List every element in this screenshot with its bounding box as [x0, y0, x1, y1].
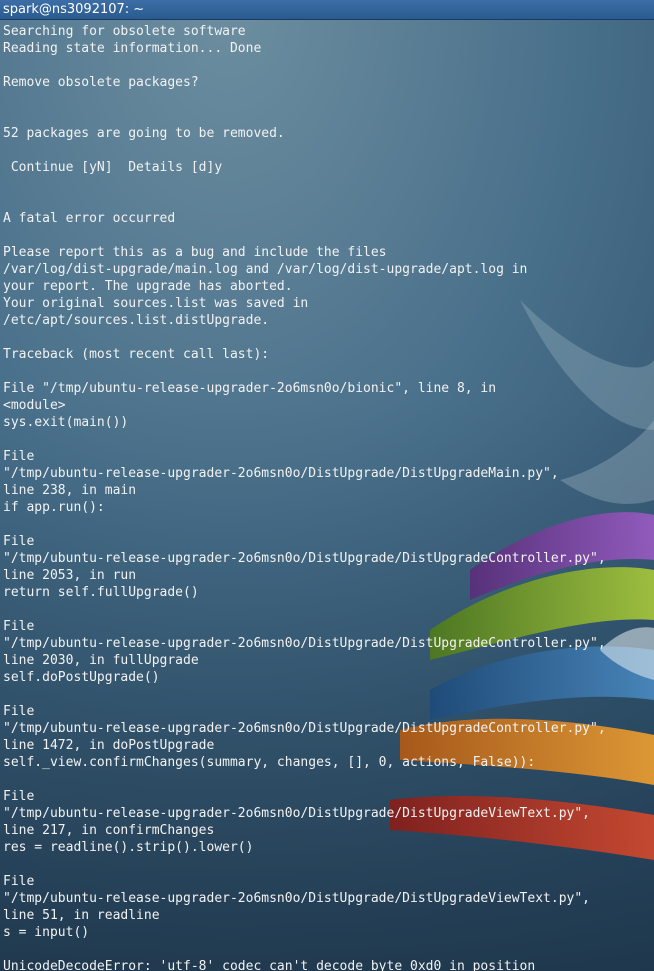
- terminal-line: /etc/apt/sources.list.distUpgrade.: [3, 313, 270, 328]
- terminal-line: self._view.confirmChanges(summary, chang…: [3, 755, 536, 770]
- terminal-line: Remove obsolete packages?: [3, 75, 199, 90]
- terminal-line: Traceback (most recent call last):: [3, 347, 270, 362]
- terminal-line: File: [3, 619, 35, 634]
- terminal-line: A fatal error occurred: [3, 211, 176, 226]
- terminal-line: Your original sources.list was saved in: [3, 296, 309, 311]
- terminal-line: "/tmp/ubuntu-release-upgrader-2o6msn0o/D…: [3, 466, 559, 481]
- terminal-line: sys.exit(main()): [3, 415, 129, 430]
- terminal-line: line 1472, in doPostUpgrade: [3, 738, 215, 753]
- terminal-line: "/tmp/ubuntu-release-upgrader-2o6msn0o/D…: [3, 806, 590, 821]
- terminal-line: File: [3, 874, 35, 889]
- terminal-title-bar[interactable]: spark@ns3092107: ~: [0, 0, 654, 20]
- terminal-line: self.doPostUpgrade(): [3, 670, 160, 685]
- terminal-line: File: [3, 449, 35, 464]
- terminal-line: line 2053, in run: [3, 568, 137, 583]
- terminal-line: "/tmp/ubuntu-release-upgrader-2o6msn0o/D…: [3, 721, 606, 736]
- terminal-line: File "/tmp/ubuntu-release-upgrader-2o6ms…: [3, 381, 497, 396]
- terminal-line: line 2030, in fullUpgrade: [3, 653, 199, 668]
- terminal-line: 52 packages are going to be removed.: [3, 126, 285, 141]
- terminal-line: Reading state information... Done: [3, 41, 262, 56]
- terminal-line: s = input(): [3, 925, 90, 940]
- terminal-output: Searching for obsolete software Reading s…: [0, 20, 654, 971]
- terminal-line: File: [3, 789, 35, 804]
- terminal-line: Searching for obsolete software: [3, 24, 246, 39]
- terminal-line: File: [3, 704, 35, 719]
- terminal-line: "/tmp/ubuntu-release-upgrader-2o6msn0o/D…: [3, 891, 590, 906]
- terminal-line: if app.run():: [3, 500, 105, 515]
- terminal-line: <module>: [3, 398, 66, 413]
- terminal-viewport[interactable]: Searching for obsolete software Reading s…: [0, 20, 654, 971]
- terminal-line: line 238, in main: [3, 483, 137, 498]
- terminal-line: "/tmp/ubuntu-release-upgrader-2o6msn0o/D…: [3, 551, 606, 566]
- window-title: spark@ns3092107: ~: [3, 2, 145, 17]
- terminal-line: UnicodeDecodeError: 'utf-8' codec can't …: [3, 959, 536, 971]
- terminal-line: your report. The upgrade has aborted.: [3, 279, 293, 294]
- terminal-line: /var/log/dist-upgrade/main.log and /var/…: [3, 262, 528, 277]
- terminal-line: line 217, in confirmChanges: [3, 823, 215, 838]
- terminal-line: Please report this as a bug and include …: [3, 245, 387, 260]
- terminal-line: "/tmp/ubuntu-release-upgrader-2o6msn0o/D…: [3, 636, 606, 651]
- terminal-line: File: [3, 534, 35, 549]
- terminal-line: res = readline().strip().lower(): [3, 840, 254, 855]
- terminal-line: Continue [yN] Details [d]y: [3, 160, 223, 175]
- terminal-line: return self.fullUpgrade(): [3, 585, 199, 600]
- terminal-line: line 51, in readline: [3, 908, 160, 923]
